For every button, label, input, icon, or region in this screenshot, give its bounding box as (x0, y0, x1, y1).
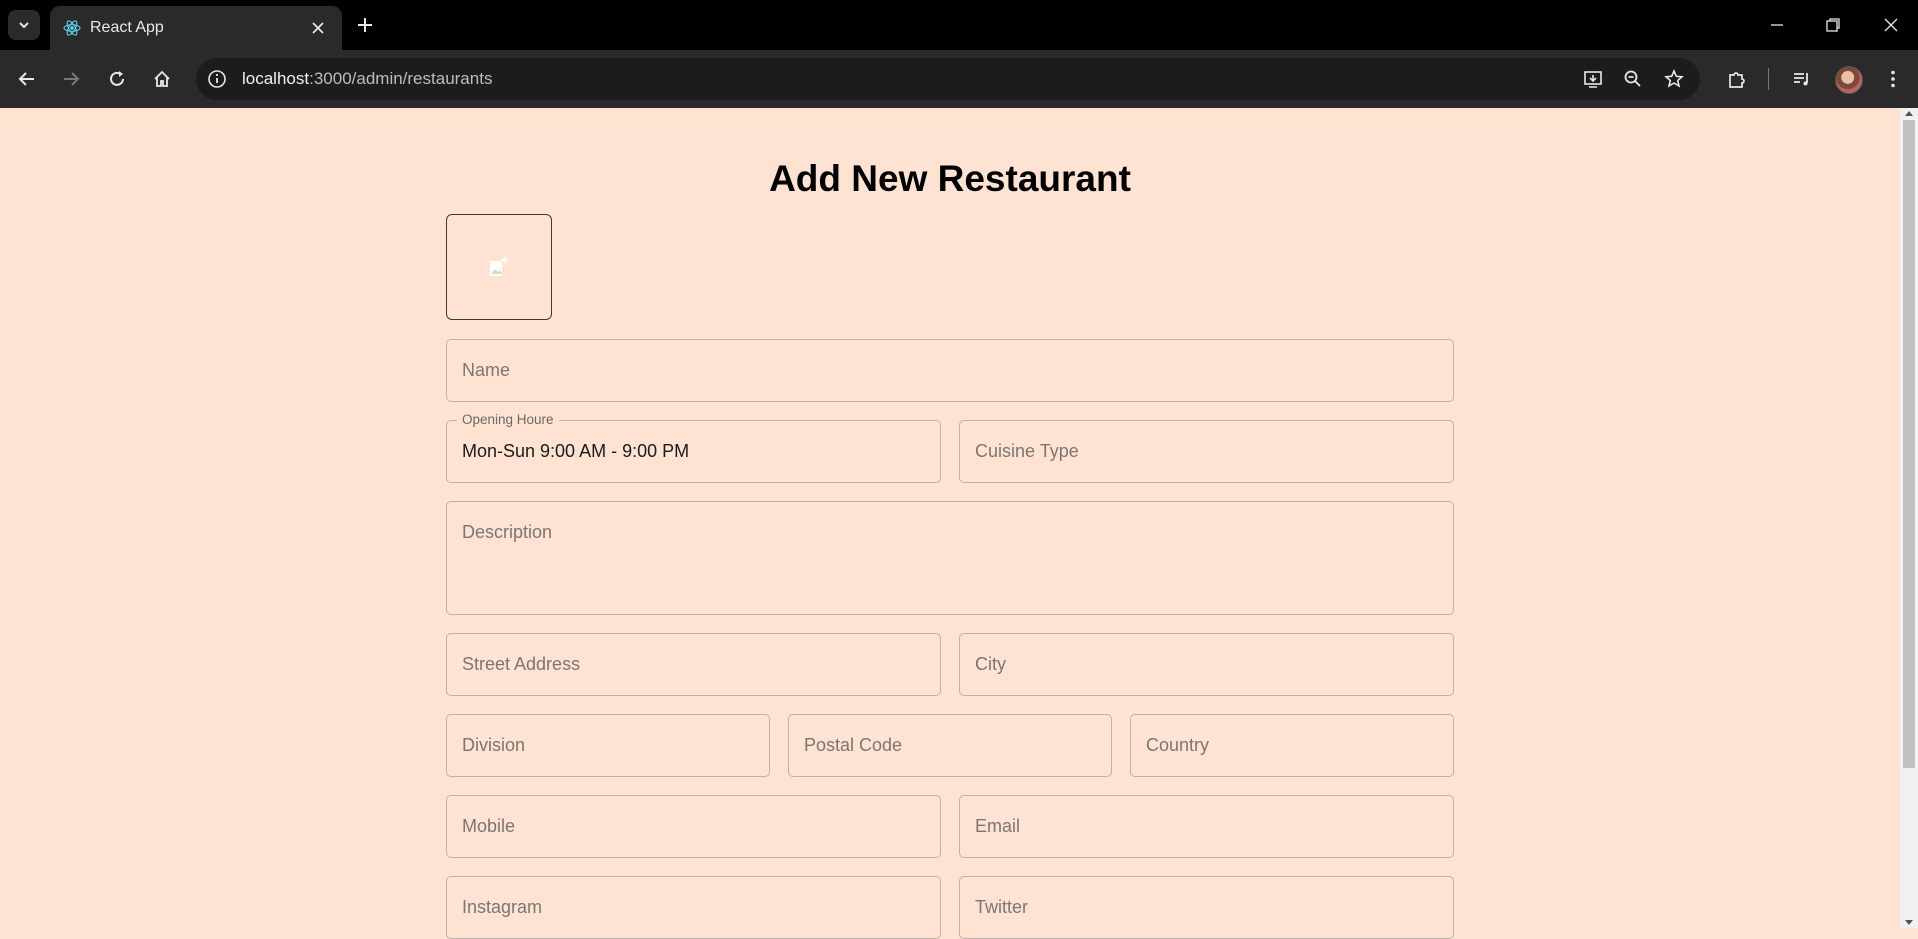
media-icon (1794, 73, 1808, 86)
street-address-input[interactable] (446, 633, 941, 696)
back-button[interactable] (14, 66, 40, 92)
instagram-input[interactable] (446, 876, 941, 939)
forward-button[interactable] (58, 66, 84, 92)
tab-search-button[interactable] (8, 10, 40, 40)
opening-hours-field[interactable]: Opening Houre (446, 412, 941, 483)
close-window-icon[interactable] (1880, 14, 1902, 36)
page-scrollbar[interactable] (1900, 108, 1918, 928)
extensions-button[interactable] (1724, 66, 1750, 92)
react-icon (63, 20, 81, 36)
restore-icon[interactable] (1822, 14, 1844, 36)
scroll-up-arrow[interactable] (1905, 111, 1913, 116)
name-input[interactable] (446, 339, 1454, 402)
email-input[interactable] (959, 795, 1454, 858)
url-host: localhost (242, 69, 310, 88)
home-icon (154, 70, 170, 87)
arrow-left-icon (18, 72, 34, 86)
add-photo-icon (490, 257, 508, 276)
division-input[interactable] (446, 714, 770, 777)
browser-toolbar: localhost:3000/admin/restaurants (0, 50, 1918, 108)
media-button[interactable] (1789, 66, 1815, 92)
menu-button[interactable] (1880, 66, 1906, 92)
scroll-down-arrow[interactable] (1905, 920, 1913, 925)
image-upload-button[interactable] (446, 214, 552, 320)
chevron-down-icon (19, 22, 29, 29)
reload-button[interactable] (104, 66, 130, 92)
zoom-icon[interactable] (1622, 68, 1644, 90)
postal-code-input[interactable] (788, 714, 1112, 777)
home-button[interactable] (149, 66, 175, 92)
city-input[interactable] (959, 633, 1454, 696)
puzzle-icon (1729, 72, 1745, 88)
browser-tab[interactable]: React App (50, 6, 342, 50)
opening-hours-input[interactable] (447, 421, 940, 482)
scrollbar-thumb[interactable] (1903, 120, 1915, 768)
star-icon[interactable] (1663, 68, 1685, 90)
kebab-menu-icon (1891, 70, 1895, 88)
mobile-input[interactable] (446, 795, 941, 858)
close-icon[interactable] (308, 18, 328, 38)
url-text: localhost:3000/admin/restaurants (242, 69, 492, 89)
plus-icon[interactable] (354, 14, 376, 36)
country-input[interactable] (1130, 714, 1454, 777)
minimize-icon[interactable] (1766, 14, 1788, 36)
cuisine-type-input[interactable] (959, 420, 1454, 483)
info-icon[interactable] (206, 68, 228, 90)
install-app-icon[interactable] (1582, 68, 1604, 90)
page-content: Add New Restaurant Opening Houre (0, 108, 1900, 939)
url-path: :3000/admin/restaurants (309, 69, 493, 88)
toolbar-divider (1768, 68, 1769, 90)
avatar[interactable] (1835, 66, 1863, 94)
reload-icon (110, 71, 124, 86)
arrow-right-icon (64, 72, 80, 86)
description-input[interactable] (446, 501, 1454, 615)
tab-title: React App (90, 19, 164, 36)
address-bar[interactable]: localhost:3000/admin/restaurants (196, 58, 1700, 100)
browser-tab-strip: React App (0, 0, 1918, 50)
twitter-input[interactable] (959, 876, 1454, 939)
page-title: Add New Restaurant (769, 158, 1131, 199)
